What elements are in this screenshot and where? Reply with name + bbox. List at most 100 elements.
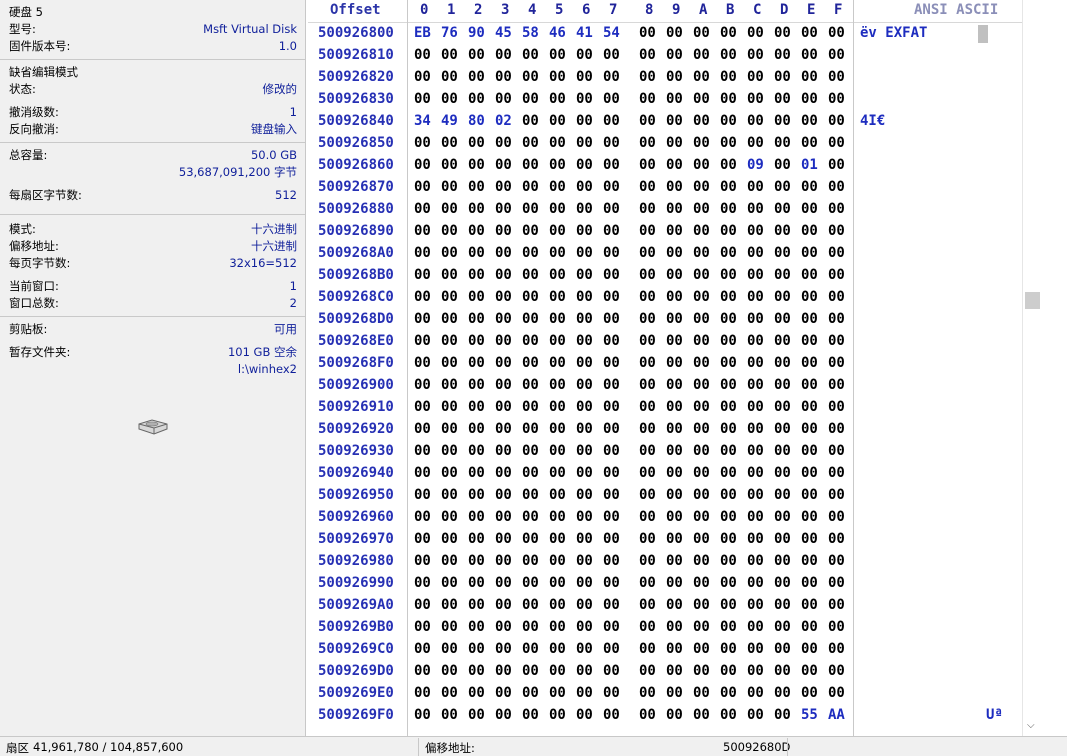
- hex-byte[interactable]: 00: [414, 421, 431, 437]
- hex-byte[interactable]: 00: [774, 333, 791, 349]
- hex-byte[interactable]: 00: [549, 443, 566, 459]
- hex-byte[interactable]: 00: [801, 311, 818, 327]
- hex-byte[interactable]: 00: [441, 619, 458, 635]
- hex-byte[interactable]: 00: [603, 179, 620, 195]
- hex-row[interactable]: 5009268D0 00 00 00 00 00 00 00 00 00 00 00 00 00 00 00 0…: [308, 309, 1022, 331]
- hex-byte[interactable]: 00: [603, 509, 620, 525]
- hex-byte[interactable]: 00: [801, 289, 818, 305]
- hex-byte[interactable]: 00: [603, 377, 620, 393]
- scroll-down-arrow-icon[interactable]: ⌵: [1027, 720, 1035, 731]
- hex-byte[interactable]: 00: [495, 201, 512, 217]
- hex-byte[interactable]: 00: [468, 245, 485, 261]
- hex-byte[interactable]: 00: [693, 509, 710, 525]
- hex-byte[interactable]: 00: [720, 47, 737, 63]
- hex-byte[interactable]: 00: [693, 47, 710, 63]
- hex-byte[interactable]: 00: [639, 333, 656, 349]
- hex-byte[interactable]: 00: [576, 333, 593, 349]
- hex-byte[interactable]: 00: [522, 531, 539, 547]
- hex-byte[interactable]: 00: [441, 201, 458, 217]
- hex-byte[interactable]: 00: [441, 443, 458, 459]
- hex-row[interactable]: 500926880 00 00 00 00 00 00 00 00 00 00 00 00 00 00 00 0…: [308, 199, 1022, 221]
- hex-byte[interactable]: 00: [828, 421, 845, 437]
- hex-byte[interactable]: 00: [774, 157, 791, 173]
- hex-byte[interactable]: 00: [747, 399, 764, 415]
- hex-byte[interactable]: 00: [576, 443, 593, 459]
- hex-byte[interactable]: 00: [468, 663, 485, 679]
- hex-byte[interactable]: 00: [495, 509, 512, 525]
- hex-byte[interactable]: 00: [666, 47, 683, 63]
- hex-byte[interactable]: 00: [774, 113, 791, 129]
- hex-byte[interactable]: 00: [414, 443, 431, 459]
- hex-byte[interactable]: 00: [549, 399, 566, 415]
- hex-byte[interactable]: 00: [549, 333, 566, 349]
- hex-byte[interactable]: 00: [666, 201, 683, 217]
- hex-byte[interactable]: 00: [468, 69, 485, 85]
- hex-byte[interactable]: 00: [828, 179, 845, 195]
- hex-byte[interactable]: 00: [747, 619, 764, 635]
- hex-byte[interactable]: 00: [666, 575, 683, 591]
- hex-byte[interactable]: 00: [441, 531, 458, 547]
- hex-byte[interactable]: 00: [576, 355, 593, 371]
- hex-byte[interactable]: 00: [522, 575, 539, 591]
- hex-byte[interactable]: 00: [666, 311, 683, 327]
- hex-byte[interactable]: 00: [414, 245, 431, 261]
- hex-byte[interactable]: 00: [693, 333, 710, 349]
- hex-byte[interactable]: 00: [468, 641, 485, 657]
- hex-byte[interactable]: 00: [666, 289, 683, 305]
- hex-byte[interactable]: 00: [666, 91, 683, 107]
- hex-byte[interactable]: 00: [693, 25, 710, 41]
- hex-byte[interactable]: 00: [693, 311, 710, 327]
- hex-byte[interactable]: 00: [774, 597, 791, 613]
- hex-byte[interactable]: 46: [549, 25, 566, 41]
- bytes-per-page-value[interactable]: 32x16=512: [229, 255, 297, 272]
- hex-byte[interactable]: 00: [693, 443, 710, 459]
- hex-byte[interactable]: 00: [639, 69, 656, 85]
- hex-byte[interactable]: 00: [774, 399, 791, 415]
- hex-byte[interactable]: 00: [549, 487, 566, 503]
- hex-byte[interactable]: 00: [747, 553, 764, 569]
- hex-byte[interactable]: 00: [666, 619, 683, 635]
- hex-byte[interactable]: 00: [549, 91, 566, 107]
- hex-byte[interactable]: 00: [693, 663, 710, 679]
- hex-byte[interactable]: 00: [774, 377, 791, 393]
- hex-byte[interactable]: 00: [468, 157, 485, 173]
- hex-byte[interactable]: 00: [828, 663, 845, 679]
- vertical-scrollbar[interactable]: ⌵: [1022, 0, 1040, 736]
- hex-byte[interactable]: 00: [747, 333, 764, 349]
- hex-byte[interactable]: 00: [414, 91, 431, 107]
- hex-byte[interactable]: 00: [801, 399, 818, 415]
- hex-byte[interactable]: 00: [693, 553, 710, 569]
- hex-byte[interactable]: 00: [693, 619, 710, 635]
- hex-byte[interactable]: 00: [801, 443, 818, 459]
- hex-byte[interactable]: 00: [747, 245, 764, 261]
- hex-row[interactable]: 5009269A0 00 00 00 00 00 00 00 00 00 00 00 00 00 00 00 0…: [308, 595, 1022, 617]
- hex-byte[interactable]: 00: [720, 289, 737, 305]
- hex-byte[interactable]: 00: [720, 267, 737, 283]
- hex-byte[interactable]: 00: [720, 179, 737, 195]
- hex-byte[interactable]: 00: [495, 663, 512, 679]
- hex-byte[interactable]: 00: [549, 553, 566, 569]
- hex-byte[interactable]: 00: [522, 597, 539, 613]
- hex-byte[interactable]: 00: [693, 69, 710, 85]
- hex-byte[interactable]: 00: [666, 355, 683, 371]
- hex-byte[interactable]: 00: [603, 487, 620, 503]
- hex-byte[interactable]: 00: [747, 377, 764, 393]
- hex-byte[interactable]: 00: [774, 355, 791, 371]
- hex-byte[interactable]: 00: [828, 91, 845, 107]
- hex-byte[interactable]: 00: [828, 377, 845, 393]
- hex-byte[interactable]: 00: [522, 685, 539, 701]
- hex-byte[interactable]: 00: [603, 113, 620, 129]
- hex-byte[interactable]: 00: [828, 47, 845, 63]
- hex-byte[interactable]: 00: [495, 421, 512, 437]
- hex-byte[interactable]: 00: [603, 333, 620, 349]
- hex-byte[interactable]: 00: [693, 685, 710, 701]
- hex-byte[interactable]: 00: [801, 69, 818, 85]
- hex-byte[interactable]: 00: [603, 553, 620, 569]
- hex-byte[interactable]: 00: [747, 267, 764, 283]
- hex-byte[interactable]: AA: [828, 707, 845, 723]
- hex-byte[interactable]: 00: [549, 663, 566, 679]
- hex-byte[interactable]: 00: [522, 619, 539, 635]
- hex-byte[interactable]: 00: [801, 113, 818, 129]
- hex-byte[interactable]: 00: [495, 597, 512, 613]
- hex-byte[interactable]: 00: [468, 223, 485, 239]
